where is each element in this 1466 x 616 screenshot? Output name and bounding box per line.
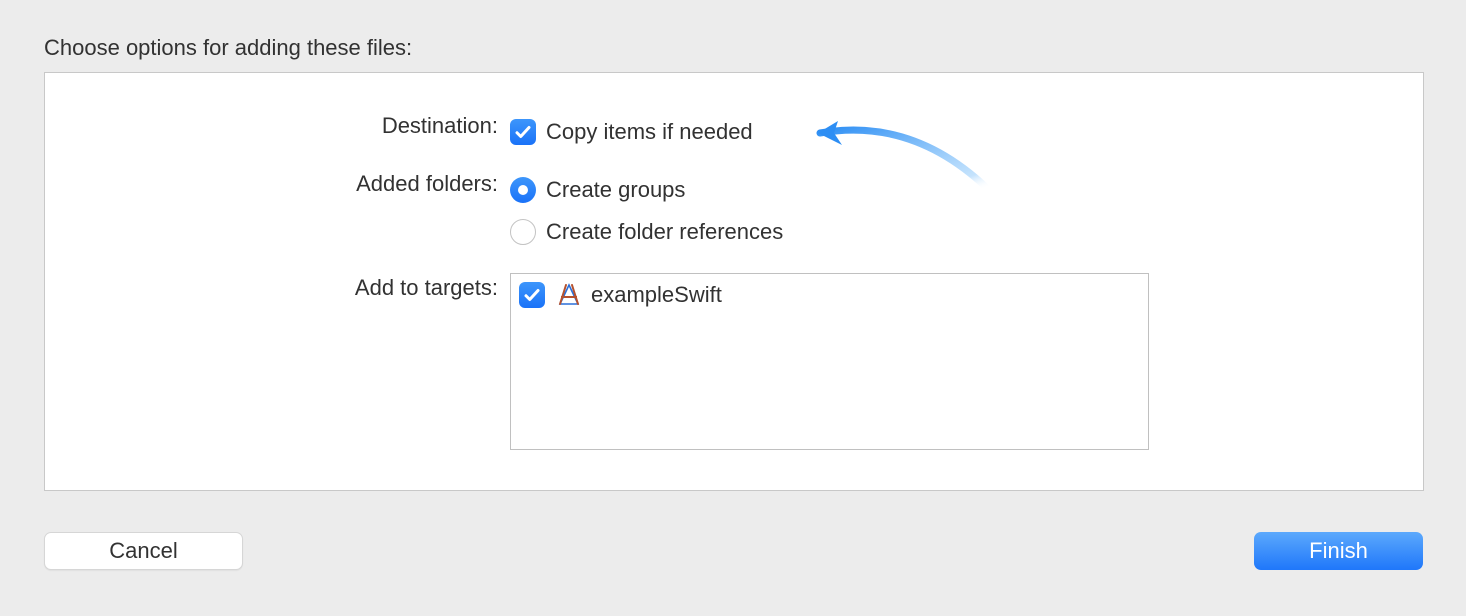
finish-button[interactable]: Finish [1254, 532, 1423, 570]
target-item[interactable]: exampleSwift [519, 280, 1140, 310]
add-to-targets-label: Add to targets: [45, 273, 510, 303]
cancel-button[interactable]: Cancel [44, 532, 243, 570]
options-panel: Destination: Copy items if needed Added … [44, 72, 1424, 491]
targets-list[interactable]: exampleSwift [510, 273, 1149, 450]
target-checkbox[interactable] [519, 282, 545, 308]
copy-items-label: Copy items if needed [546, 119, 753, 145]
destination-label: Destination: [45, 111, 510, 141]
create-groups-radio[interactable] [510, 177, 536, 203]
copy-items-checkbox[interactable] [510, 119, 536, 145]
app-icon [555, 281, 583, 309]
added-folders-row: Added folders: Create groups Create fold… [45, 169, 783, 253]
create-folder-references-radio[interactable] [510, 219, 536, 245]
add-to-targets-row: Add to targets: [45, 273, 1149, 450]
dialog-title: Choose options for adding these files: [44, 35, 412, 61]
target-name: exampleSwift [591, 282, 722, 308]
added-folders-label: Added folders: [45, 169, 510, 199]
create-groups-label: Create groups [546, 177, 685, 203]
create-folder-references-label: Create folder references [546, 219, 783, 245]
destination-row: Destination: Copy items if needed [45, 111, 753, 153]
